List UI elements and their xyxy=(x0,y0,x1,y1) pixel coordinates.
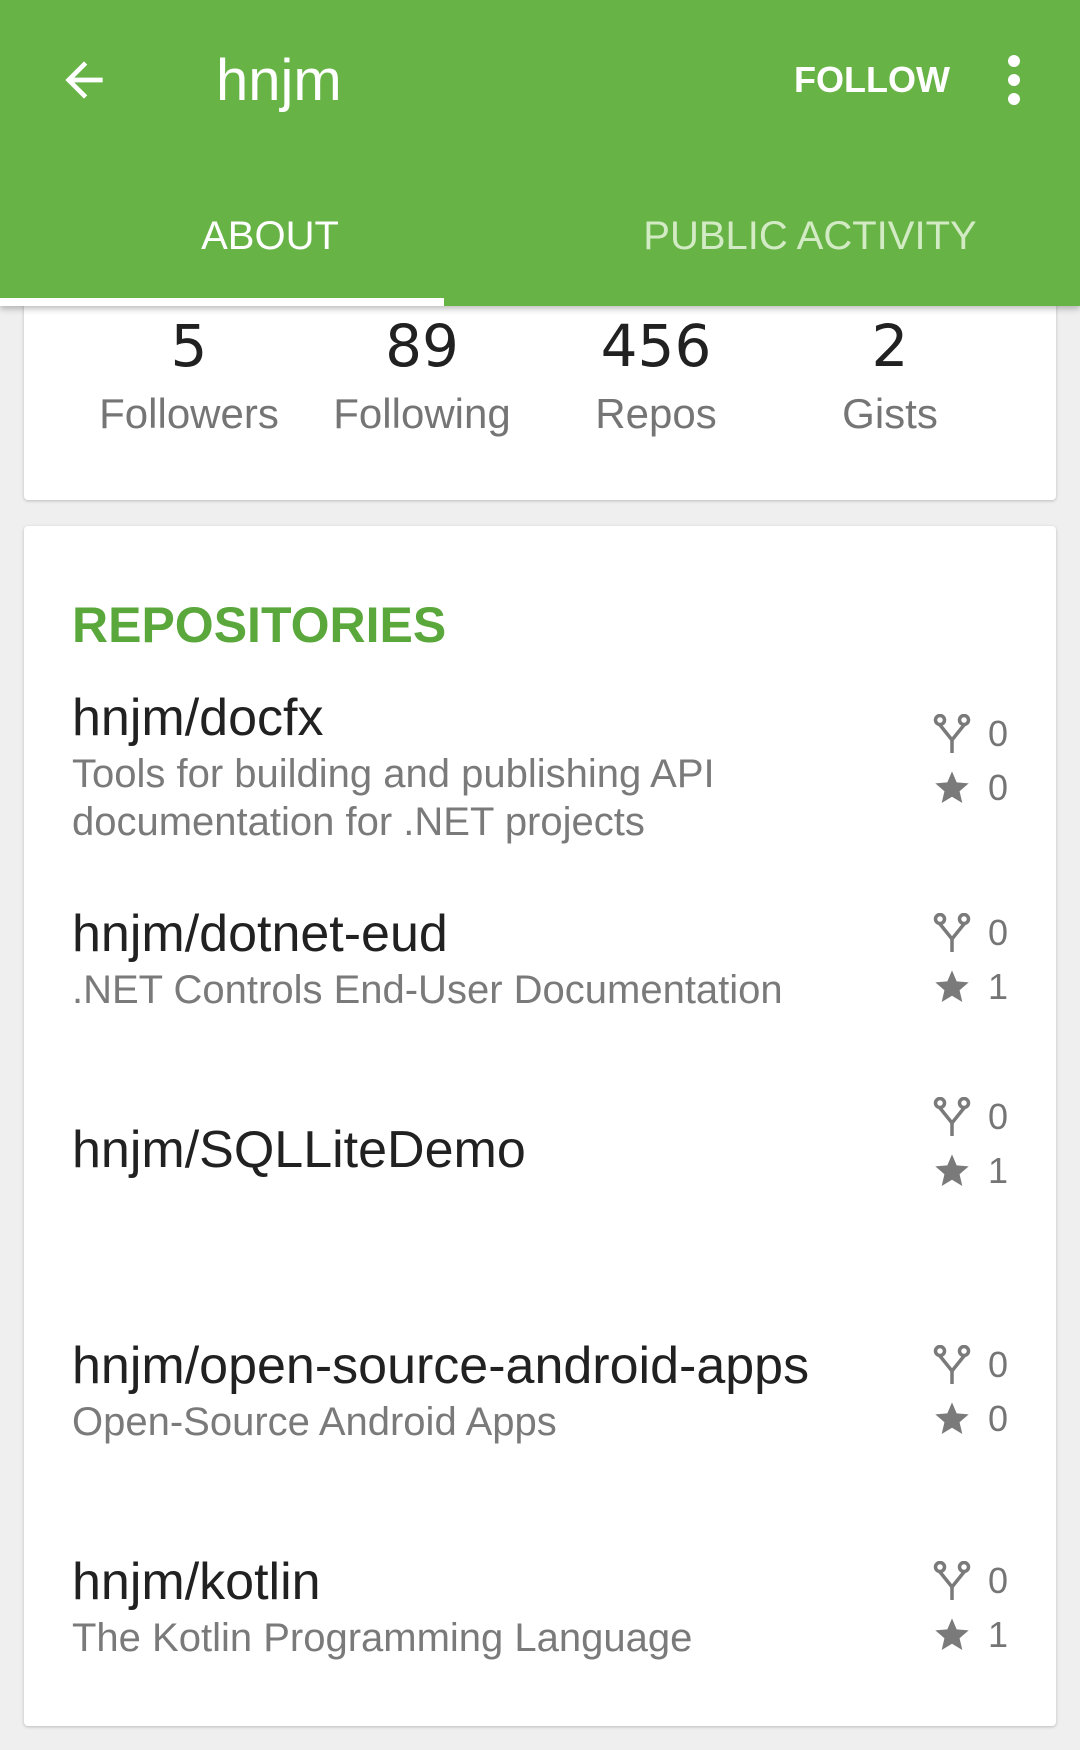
more-vertical-icon xyxy=(1008,55,1020,105)
star-count-value: 1 xyxy=(988,1614,1009,1655)
tab-indicator xyxy=(0,298,444,306)
repositories-card: REPOSITORIES hnjm/docfx Tools for buildi… xyxy=(24,526,1056,1726)
star-count-value: 0 xyxy=(988,767,1009,808)
repo-stats: 0 0 xyxy=(930,1338,1040,1446)
tab-about[interactable]: ABOUT xyxy=(0,190,540,306)
overflow-menu-button[interactable] xyxy=(988,48,1040,112)
tab-public-activity[interactable]: PUBLIC ACTIVITY xyxy=(540,190,1080,306)
fork-icon xyxy=(930,712,974,756)
stat-value: 2 xyxy=(871,312,909,380)
fork-count-value: 0 xyxy=(988,1344,1009,1385)
repo-description: The Kotlin Programming Language xyxy=(72,1616,693,1660)
repo-stats: 0 1 xyxy=(930,906,1040,1014)
follow-button[interactable]: FOLLOW xyxy=(782,50,962,110)
repo-name: hnjm/dotnet-eud xyxy=(72,905,448,963)
stat-repos[interactable]: 456 Repos xyxy=(536,308,776,444)
repo-stats: 0 1 xyxy=(930,1554,1040,1662)
repo-item-sqllitedemo[interactable]: hnjm/SQLLiteDemo 0 1 xyxy=(24,1096,1056,1318)
repo-name: hnjm/open-source-android-apps xyxy=(72,1337,810,1395)
star-count: 1 xyxy=(930,1144,1040,1198)
stat-value: 5 xyxy=(170,312,208,380)
fork-count: 0 xyxy=(930,1090,1040,1144)
repo-item-dotnet-eud[interactable]: hnjm/dotnet-eud .NET Controls End-User D… xyxy=(24,902,1056,1102)
stat-label: Following xyxy=(333,390,511,437)
star-icon xyxy=(930,766,974,810)
repo-name: hnjm/kotlin xyxy=(72,1553,321,1611)
fork-count: 0 xyxy=(930,707,1040,761)
star-icon xyxy=(930,1613,974,1657)
star-count: 1 xyxy=(930,1608,1040,1662)
section-title: REPOSITORIES xyxy=(72,597,447,653)
fork-count-value: 0 xyxy=(988,1560,1009,1601)
fork-icon xyxy=(930,911,974,955)
stat-followers[interactable]: 5 Followers xyxy=(69,308,309,444)
fork-count: 0 xyxy=(930,1338,1040,1392)
repo-item-open-source-android-apps[interactable]: hnjm/open-source-android-apps Open-Sourc… xyxy=(24,1334,1056,1534)
app-bar: hnjm FOLLOW ABOUT PUBLIC ACTIVITY xyxy=(0,0,1080,306)
repo-description: Open-Source Android Apps xyxy=(72,1400,557,1444)
stat-gists[interactable]: 2 Gists xyxy=(770,308,1010,444)
stat-label: Repos xyxy=(595,390,717,437)
star-icon xyxy=(930,1149,974,1193)
stat-label: Gists xyxy=(842,390,938,437)
star-icon xyxy=(930,965,974,1009)
tab-label: ABOUT xyxy=(201,214,339,258)
repo-name: hnjm/SQLLiteDemo xyxy=(72,1121,526,1179)
fork-count-value: 0 xyxy=(988,912,1009,953)
back-button[interactable] xyxy=(48,44,120,116)
fork-count: 0 xyxy=(930,1554,1040,1608)
stat-following[interactable]: 89 Following xyxy=(302,308,542,444)
fork-count-value: 0 xyxy=(988,1096,1009,1137)
star-count-value: 1 xyxy=(988,1150,1009,1191)
star-count: 0 xyxy=(930,761,1040,815)
stat-value: 456 xyxy=(600,312,712,380)
star-count: 0 xyxy=(930,1392,1040,1446)
fork-icon xyxy=(930,1343,974,1387)
fork-icon xyxy=(930,1559,974,1603)
star-count-value: 1 xyxy=(988,966,1009,1007)
page-title: hnjm xyxy=(216,48,342,113)
repo-description: Tools for building and publishing API do… xyxy=(72,752,715,844)
repo-item-kotlin[interactable]: hnjm/kotlin The Kotlin Programming Langu… xyxy=(24,1550,1056,1750)
repo-stats: 0 1 xyxy=(930,1090,1040,1198)
tab-bar: ABOUT PUBLIC ACTIVITY xyxy=(0,190,1080,306)
stat-label: Followers xyxy=(99,390,279,437)
star-count-value: 0 xyxy=(988,1398,1009,1439)
star-icon xyxy=(930,1397,974,1441)
fork-count: 0 xyxy=(930,906,1040,960)
tab-label: PUBLIC ACTIVITY xyxy=(643,214,977,258)
repo-name: hnjm/docfx xyxy=(72,689,324,747)
repo-description: .NET Controls End-User Documentation xyxy=(72,968,783,1012)
stat-value: 89 xyxy=(385,312,459,380)
repo-stats: 0 0 xyxy=(930,707,1040,815)
repo-item-docfx[interactable]: hnjm/docfx Tools for building and publis… xyxy=(24,686,1056,886)
fork-count-value: 0 xyxy=(988,713,1009,754)
arrow-left-icon xyxy=(65,61,103,99)
star-count: 1 xyxy=(930,960,1040,1014)
fork-icon xyxy=(930,1095,974,1139)
